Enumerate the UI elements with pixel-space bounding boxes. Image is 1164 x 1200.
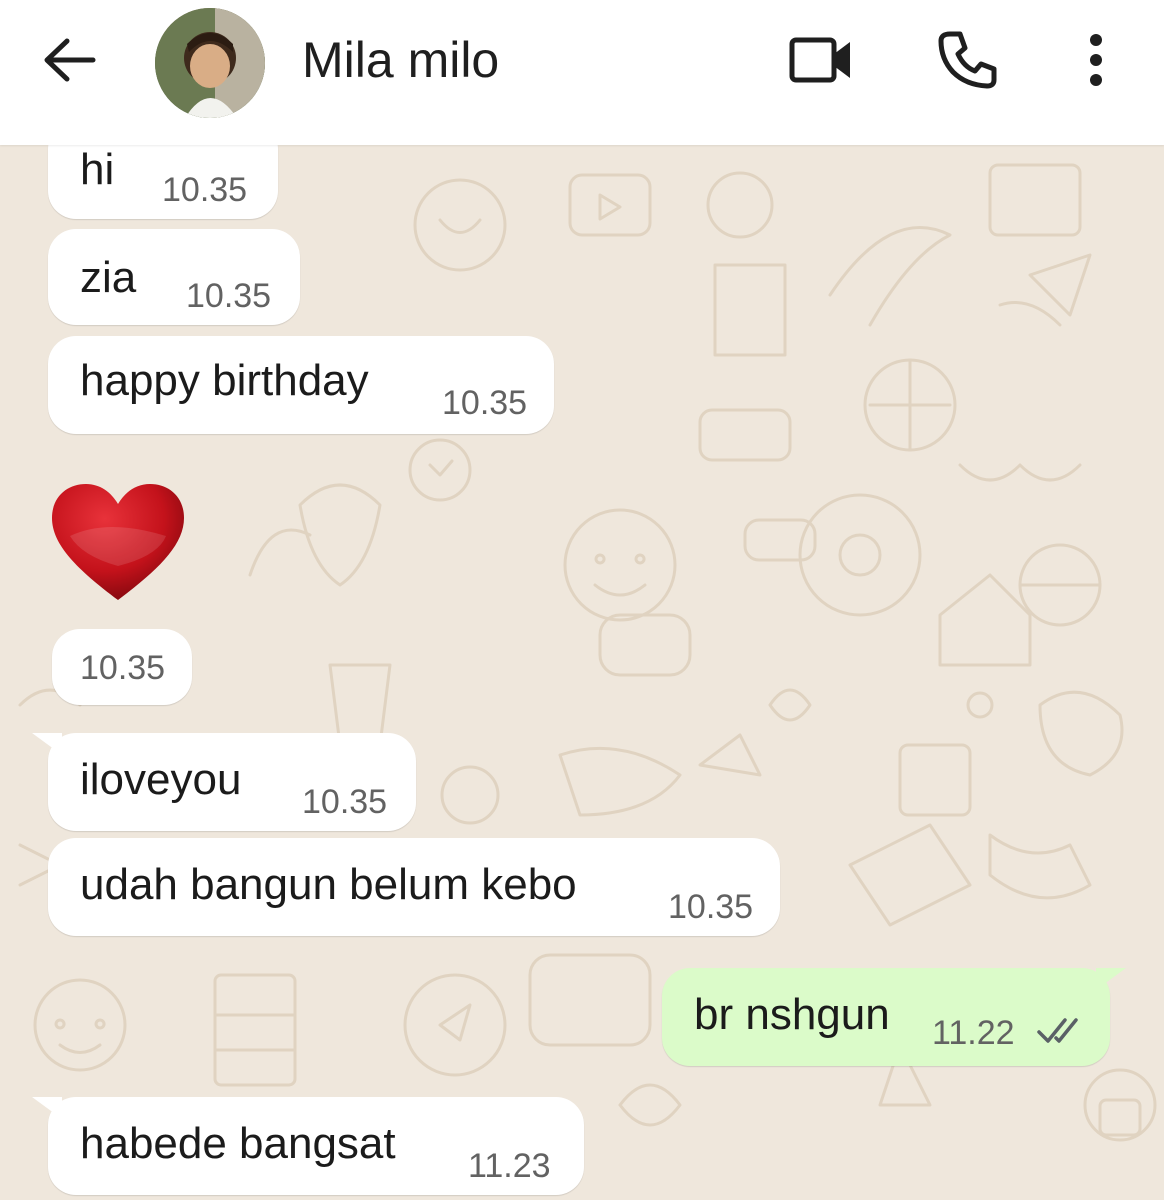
message-bubble[interactable]: udah bangun belum kebo 10.35: [48, 838, 780, 936]
message-bubble[interactable]: zia 10.35: [48, 229, 300, 325]
bubble-tail: [1096, 968, 1126, 990]
message-text: hi: [80, 145, 115, 194]
contact-name[interactable]: Mila milo: [302, 30, 499, 90]
message-text: br nshgun: [694, 990, 890, 1039]
avatar-photo: [155, 8, 265, 118]
message-time: 10.35: [442, 384, 528, 422]
more-vertical-icon: [1090, 34, 1102, 86]
message-text: udah bangun belum kebo: [80, 860, 577, 909]
bubble-tail: [32, 1097, 62, 1119]
message-time: 11.23: [468, 1147, 551, 1185]
message-time: 10.35: [162, 171, 248, 209]
bubble-tail: [32, 733, 62, 755]
video-call-button[interactable]: [786, 30, 856, 90]
message-time: 11.22: [932, 1014, 1015, 1052]
double-check-icon: [1037, 1018, 1078, 1043]
message-time: 10.35: [302, 783, 388, 821]
video-call-icon: [789, 37, 850, 83]
more-options-button[interactable]: [1074, 30, 1118, 90]
back-arrow-icon: [44, 38, 96, 82]
heart-emoji[interactable]: [48, 480, 188, 605]
message-text: habede bangsat: [80, 1119, 396, 1168]
message-text: iloveyou: [80, 755, 242, 804]
message-time: 10.35: [80, 649, 166, 687]
chat-area[interactable]: hi 10.35 zia 10.35 happy birthday 10.35 …: [0, 145, 1164, 1200]
message-bubble[interactable]: hi 10.35: [48, 145, 278, 219]
message-text: happy birthday: [80, 356, 369, 405]
phone-icon: [938, 31, 997, 89]
message-text: zia: [80, 253, 137, 302]
voice-call-button[interactable]: [932, 30, 1002, 90]
message-bubble[interactable]: habede bangsat 11.23: [32, 1097, 584, 1195]
chat-header: Mila milo: [0, 0, 1164, 145]
message-time: 10.35: [186, 277, 272, 315]
message-bubble[interactable]: happy birthday 10.35: [48, 336, 554, 434]
message-time: 10.35: [668, 888, 754, 926]
avatar[interactable]: [155, 8, 265, 118]
message-bubble[interactable]: iloveyou 10.35: [32, 733, 416, 831]
back-button[interactable]: [36, 30, 102, 90]
outgoing-message-bubble[interactable]: br nshgun 11.22: [662, 968, 1126, 1066]
message-time-pill[interactable]: 10.35: [52, 629, 192, 705]
